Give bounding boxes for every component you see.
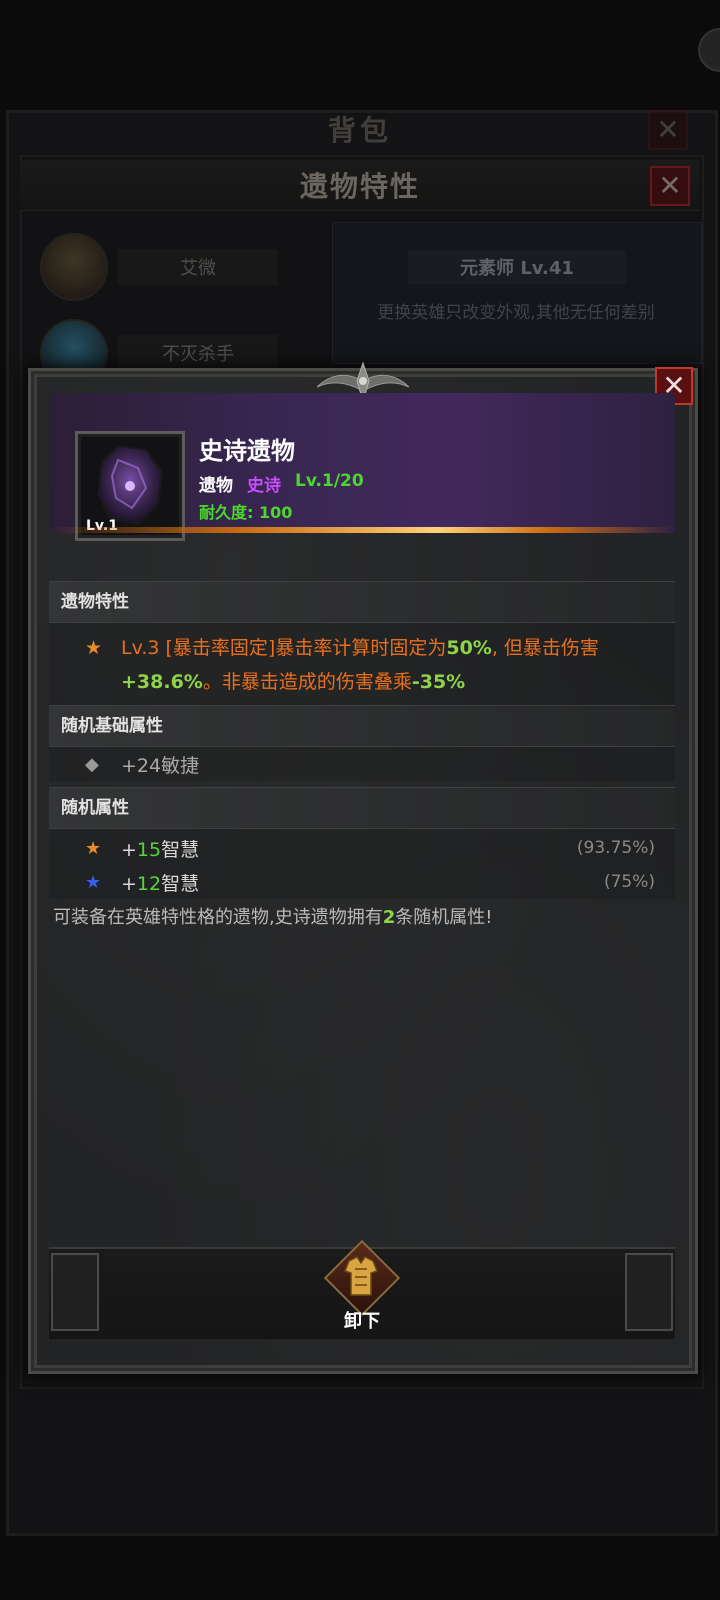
bag-close-icon[interactable]: ✕ — [648, 110, 688, 150]
system-button[interactable] — [698, 28, 720, 72]
item-detail-popup: ✕ Lv.1 史诗遗物 遗物 史诗 Lv.1/20 耐久度: 100 遗物特性 … — [28, 361, 698, 1374]
base-attribute-section: 随机基础属性 ◆ +24敏捷 — [49, 705, 675, 781]
item-name: 史诗遗物 — [199, 437, 295, 465]
item-durability: 耐久度: 100 — [199, 503, 293, 522]
trait-description: ★ Lv.3 [暴击率固定]暴击率计算时固定为50%, 但暴击伤害+38.6%。… — [49, 623, 675, 709]
hero-name: 艾微 — [118, 249, 278, 285]
section-body: ★ +15智慧 (93.75%) ★ +12智慧 (75%) — [49, 829, 675, 899]
trait-text: Lv.3 [暴击率固定]暴击率计算时固定为50%, 但暴击伤害+38.6%。非暴… — [121, 637, 599, 693]
stat-text: +15智慧 — [121, 838, 200, 861]
star-icon: ★ — [85, 837, 102, 859]
item-rarity: 史诗 — [247, 476, 281, 496]
stat-percentile: (75%) — [603, 872, 655, 892]
relic-trait-close-icon[interactable]: ✕ — [650, 166, 690, 206]
random-attribute-section: 随机属性 ★ +15智慧 (93.75%) ★ +12智慧 (75%) — [49, 787, 675, 899]
footer-ornament — [51, 1253, 99, 1331]
star-icon: ★ — [85, 637, 103, 659]
hero-list-item[interactable]: 艾微 — [40, 232, 320, 302]
item-header: Lv.1 史诗遗物 遗物 史诗 Lv.1/20 耐久度: 100 — [49, 393, 675, 541]
hero-avatar — [40, 233, 108, 301]
trait-section: 遗物特性 ★ Lv.3 [暴击率固定]暴击率计算时固定为50%, 但暴击伤害+3… — [49, 581, 675, 709]
section-title: 遗物特性 — [49, 581, 675, 623]
stat-text: +24敏捷 — [121, 754, 200, 777]
section-title: 随机基础属性 — [49, 705, 675, 747]
hero-name: 不灭杀手 — [118, 335, 278, 371]
stat-row: ★ +12智慧 (75%) — [49, 865, 675, 899]
stat-text: +12智慧 — [121, 872, 200, 895]
hero-detail-panel — [332, 222, 702, 364]
footer-ornament — [625, 1253, 673, 1331]
header-divider — [49, 527, 675, 533]
relic-stone-icon — [96, 444, 164, 526]
bag-title: 背包 — [327, 114, 392, 147]
section-body: ◆ +24敏捷 — [49, 747, 675, 781]
star-icon: ★ — [85, 871, 102, 893]
item-description: 可装备在英雄特性格的遗物,史诗遗物拥有2条随机属性! — [53, 907, 493, 928]
hero-class-label: 元素师 Lv.41 — [408, 250, 626, 284]
item-tags: 遗物 史诗 Lv.1/20 — [199, 471, 364, 496]
item-level: Lv.1/20 — [295, 471, 364, 491]
armor-icon — [344, 1256, 378, 1296]
stat-row: ◆ +24敏捷 — [49, 747, 675, 781]
relic-trait-panel-title: 遗物特性 — [20, 160, 700, 211]
unequip-button[interactable]: 卸下 — [319, 1239, 405, 1335]
item-type: 遗物 — [199, 476, 233, 496]
section-title: 随机属性 — [49, 787, 675, 829]
item-icon-frame: Lv.1 — [75, 431, 185, 541]
game-screen: 背包 ✕ 遗物特性 ✕ 艾微 不灭杀手 元素师 Lv.41 更换英雄只改变外观,… — [0, 0, 720, 1600]
unequip-label: 卸下 — [344, 1311, 380, 1332]
diamond-icon: ◆ — [85, 753, 99, 775]
hero-note: 更换英雄只改变外观,其他无任何差别 — [377, 303, 655, 323]
stat-percentile: (93.75%) — [576, 838, 655, 858]
stat-row: ★ +15智慧 (93.75%) — [49, 831, 675, 865]
section-body: ★ Lv.3 [暴击率固定]暴击率计算时固定为50%, 但暴击伤害+38.6%。… — [49, 623, 675, 709]
popup-footer: 卸下 — [49, 1239, 675, 1339]
